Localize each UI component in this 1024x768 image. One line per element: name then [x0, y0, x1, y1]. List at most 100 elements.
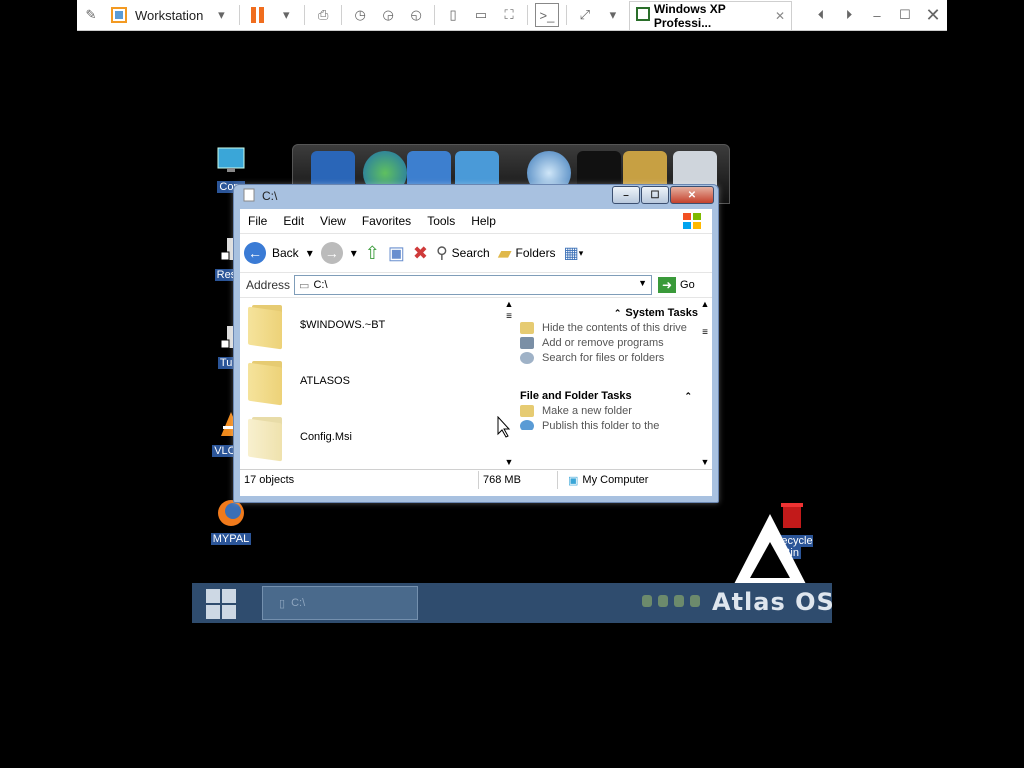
address-input[interactable]: ▭ C:\ ▼: [294, 275, 653, 295]
maximize-icon[interactable]: ☐: [894, 4, 916, 26]
tray-icon[interactable]: [642, 595, 652, 607]
taskbar-task-label: C:\: [291, 597, 306, 609]
up-arrow-icon: ⇧: [364, 242, 380, 263]
chevron-down-icon[interactable]: ▾: [351, 246, 357, 260]
list-item[interactable]: Config.Msi: [240, 409, 500, 465]
forward-button[interactable]: →: [320, 242, 343, 264]
menu-file[interactable]: File: [240, 214, 275, 228]
divider: [341, 5, 343, 25]
pause-button[interactable]: [247, 4, 269, 26]
close-icon[interactable]: ✕: [775, 9, 785, 23]
maximize-button[interactable]: ☐: [641, 186, 669, 204]
snapshot-manager-icon[interactable]: ◵: [405, 4, 427, 26]
explorer-window: C:\ – ☐ ✕ File Edit View Favorites Tools…: [233, 184, 719, 503]
list-item[interactable]: ATLASOS: [240, 353, 500, 409]
pin-icon[interactable]: ✎: [80, 4, 102, 26]
tray-icon[interactable]: [674, 595, 684, 607]
back-button[interactable]: ← Back: [244, 242, 299, 264]
chevron-down-icon[interactable]: ▾: [307, 246, 313, 260]
menu-help[interactable]: Help: [463, 214, 504, 228]
file-folder-tasks-header[interactable]: File and Folder Tasks ⌃: [520, 390, 698, 402]
tray-icon[interactable]: [690, 595, 700, 607]
search-button[interactable]: ⚲ Search: [436, 243, 490, 263]
chevron-right-icon[interactable]: ⏵: [838, 4, 860, 26]
task-make-new-folder[interactable]: Make a new folder: [520, 405, 698, 417]
start-button[interactable]: [206, 589, 238, 619]
programs-icon: [520, 337, 534, 349]
up-folder-button[interactable]: ⇧: [365, 243, 380, 264]
task-pane-scrollbar[interactable]: ▲ ≡ ▼: [698, 297, 712, 469]
revert-snapshot-icon[interactable]: ◶: [377, 4, 399, 26]
console-icon[interactable]: >_: [534, 3, 559, 27]
new-folder-button[interactable]: ▣: [388, 243, 405, 264]
menu-edit[interactable]: Edit: [275, 214, 312, 228]
list-item[interactable]: $WINDOWS.~BT: [240, 297, 500, 353]
scroll-down-icon[interactable]: ▼: [502, 455, 516, 469]
back-label: Back: [272, 246, 299, 260]
views-button[interactable]: ▦ ▾: [564, 243, 584, 263]
folders-label: Folders: [515, 246, 556, 260]
chevron-down-icon[interactable]: ▾: [602, 4, 624, 26]
thumbnail-view-icon[interactable]: ▭: [470, 4, 492, 26]
chevron-down-icon[interactable]: ▾: [210, 4, 232, 26]
go-label: Go: [680, 279, 695, 291]
content-area: $WINDOWS.~BT ATLASOS Config.Msi ▲ ≡ ▼ ⌃: [240, 297, 712, 469]
vmware-toolbar: ✎ Workstation ▾ ▾ ⎙ ◷ ◶ ◵ ▯ ▭ ⛶ >_ ⤢ ▾ W…: [77, 0, 947, 31]
taskbar-task-explorer[interactable]: ▯ C:\: [262, 586, 418, 620]
task-pane: ⌃ System Tasks Hide the contents of this…: [520, 297, 698, 469]
workstation-menu[interactable]: Workstation: [135, 8, 203, 23]
back-arrow-icon: ←: [244, 242, 266, 264]
scroll-thumb[interactable]: ≡: [502, 311, 516, 322]
search-icon: ⚲: [435, 245, 448, 262]
scroll-thumb[interactable]: ≡: [698, 327, 712, 338]
scroll-up-icon[interactable]: ▲: [698, 297, 712, 311]
chevron-down-icon: ▾: [578, 247, 584, 258]
close-icon[interactable]: ✕: [922, 4, 944, 26]
workstation-logo-icon: [108, 4, 130, 26]
chevron-up-icon: ⌃: [613, 307, 622, 318]
chevron-down-icon[interactable]: ▼: [638, 278, 647, 288]
divider: [527, 5, 528, 25]
folders-button[interactable]: ▰ Folders: [498, 243, 556, 264]
new-folder-icon: [520, 405, 534, 417]
menu-favorites[interactable]: Favorites: [354, 214, 419, 228]
divider: [304, 5, 306, 25]
file-list-scrollbar[interactable]: ▲ ≡ ▼: [502, 297, 516, 469]
delete-icon: ✖: [412, 242, 428, 263]
vm-tab-icon: [635, 7, 650, 24]
snapshot-icon[interactable]: ◷: [349, 4, 371, 26]
task-hide-contents[interactable]: Hide the contents of this drive: [520, 322, 698, 334]
chevron-down-icon[interactable]: ▾: [275, 4, 297, 26]
my-computer-icon: ▣: [568, 474, 579, 487]
chevron-left-icon[interactable]: ⏴: [810, 4, 832, 26]
library-view-icon[interactable]: ▯: [442, 4, 464, 26]
close-button[interactable]: ✕: [670, 186, 714, 204]
task-search-files[interactable]: Search for files or folders: [520, 352, 698, 364]
new-folder-icon: ▣: [387, 242, 405, 263]
tray-icon[interactable]: [658, 595, 668, 607]
fullscreen-icon[interactable]: ⛶: [498, 4, 520, 26]
folder-icon: ▯: [279, 597, 286, 610]
minimize-icon[interactable]: –: [866, 4, 888, 26]
vm-tab[interactable]: Windows XP Professi... ✕: [628, 0, 792, 30]
desktop-icon-mypal[interactable]: MYPAL: [203, 498, 259, 545]
atlas-brand-text: Atlas OS: [712, 588, 835, 616]
system-tasks-header[interactable]: ⌃ System Tasks: [520, 307, 698, 319]
task-label: Publish this folder to the: [542, 420, 660, 430]
minimize-button[interactable]: –: [612, 186, 640, 204]
menu-tools[interactable]: Tools: [419, 214, 463, 228]
hide-icon: [520, 322, 534, 334]
go-button[interactable]: ➜ Go: [658, 277, 695, 293]
file-list: $WINDOWS.~BT ATLASOS Config.Msi: [240, 297, 500, 469]
address-label: Address: [246, 278, 291, 292]
task-add-remove-programs[interactable]: Add or remove programs: [520, 337, 698, 349]
menu-view[interactable]: View: [312, 214, 354, 228]
standard-toolbar: ← Back ▾ → ▾ ⇧ ▣ ✖ ⚲ Search ▰ Folders ▦ …: [240, 234, 712, 273]
scroll-up-icon[interactable]: ▲: [502, 297, 516, 311]
task-publish-folder[interactable]: Publish this folder to the: [520, 420, 698, 430]
send-ctrl-alt-del-icon[interactable]: ⎙: [312, 4, 334, 26]
window-title: C:\: [262, 189, 278, 203]
delete-button[interactable]: ✖: [413, 243, 428, 264]
stretch-icon[interactable]: ⤢: [574, 4, 596, 26]
scroll-down-icon[interactable]: ▼: [698, 455, 712, 469]
